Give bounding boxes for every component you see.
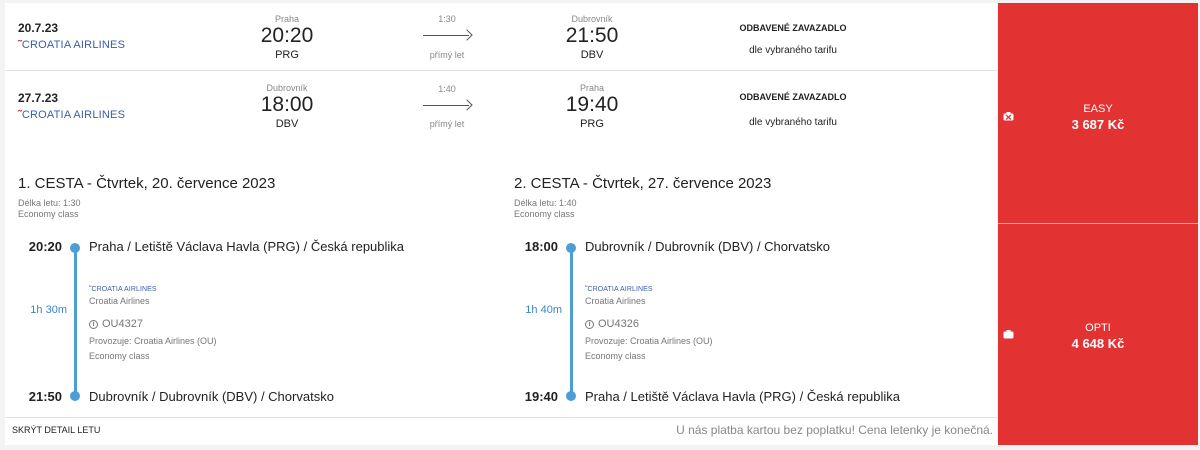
fare-name: OPTI	[1085, 322, 1111, 334]
hide-detail-link[interactable]: SKRÝT DETAIL LETU	[12, 425, 100, 435]
arrival-place: Dubrovník / Dubrovník (DBV) / Chorvatsko	[89, 389, 334, 404]
timeline-departure-time: 20:20	[28, 239, 62, 254]
baggage-value: dle vybraného tarifu	[749, 45, 837, 56]
fare-price: 3 687 Kč	[1071, 117, 1125, 132]
leg-date: 20.7.23	[18, 21, 59, 35]
arrival-city: Dubrovník	[571, 14, 613, 24]
timeline-dot	[566, 391, 576, 401]
departure-place: Praha / Letiště Václava Havla (PRG) / Če…	[89, 239, 405, 254]
journey-title: 1. CESTA - Čtvrtek, 20. července 2023	[18, 175, 276, 192]
fare-name: EASY	[1083, 103, 1113, 115]
segment-class: Economy class	[585, 351, 646, 361]
flight-duration: 1:40	[438, 84, 456, 94]
segment-duration: 1h 40m	[525, 304, 562, 316]
flight-result-card: 20.7.23 ˜CROATIA AIRLINES Praha 20:20 PR…	[5, 3, 997, 445]
airline-logo-small: ˜CROATIA AIRLINES	[89, 286, 157, 293]
flight-length: Délka letu: 1:40	[514, 198, 577, 208]
departure-time: 18:00	[260, 93, 314, 116]
departure-code: PRG	[275, 49, 299, 61]
cabin-class: Economy class	[18, 209, 79, 219]
airline-logo-small: ˜CROATIA AIRLINES	[585, 286, 653, 293]
timeline-departure-time: 18:00	[524, 239, 558, 254]
flight-length: Délka letu: 1:30	[18, 198, 81, 208]
timeline-arrival-time: 19:40	[524, 389, 558, 404]
leg-date: 27.7.23	[18, 91, 59, 105]
operated-by: Provozuje: Croatia Airlines (OU)	[89, 336, 217, 346]
airline-logo: ˜CROATIA AIRLINES	[18, 39, 126, 51]
baggage-title: ODBAVENÉ ZAVAZADLO	[739, 23, 847, 33]
arrival-code: DBV	[580, 49, 604, 61]
journey-title: 2. CESTA - Čtvrtek, 27. července 2023	[514, 175, 772, 192]
arrival-city: Praha	[579, 83, 605, 93]
fare-price: 4 648 Kč	[1071, 336, 1125, 351]
direct-flight-label: přímý let	[429, 50, 465, 60]
baggage-value: dle vybraného tarifu	[749, 117, 837, 128]
arrival-time: 19:40	[565, 93, 619, 116]
segment-class: Economy class	[89, 351, 150, 361]
timeline-line	[73, 247, 77, 393]
operated-by: Provozuje: Croatia Airlines (OU)	[585, 336, 713, 346]
arrival-time: 21:50	[565, 24, 619, 47]
timeline-arrival-time: 21:50	[28, 389, 62, 404]
flight-number: i OU4327	[89, 318, 143, 330]
direct-flight-label: přímý let	[429, 119, 465, 129]
timeline-dot	[70, 391, 80, 401]
baggage-title: ODBAVENÉ ZAVAZADLO	[739, 92, 847, 102]
row-divider	[5, 70, 997, 71]
footer-divider	[5, 417, 997, 418]
carrier-name: Croatia Airlines	[89, 296, 150, 306]
cabin-class: Economy class	[514, 209, 575, 219]
arrival-code: PRG	[580, 118, 604, 130]
timeline-line	[569, 247, 573, 393]
info-icon[interactable]: i	[89, 319, 98, 329]
flight-duration: 1:30	[438, 14, 456, 24]
departure-place: Dubrovník / Dubrovník (DBV) / Chorvatsko	[585, 239, 830, 254]
segment-duration: 1h 30m	[30, 304, 67, 316]
departure-code: DBV	[275, 118, 299, 130]
info-icon[interactable]: i	[585, 319, 594, 329]
departure-city: Praha	[274, 14, 300, 24]
flight-number: i OU4326	[585, 318, 639, 330]
arrival-place: Praha / Letiště Václava Havla (PRG) / Če…	[585, 389, 901, 404]
arrow-right-icon	[423, 29, 473, 41]
departure-time: 20:20	[260, 24, 314, 47]
payment-note: U nás platba kartou bez poplatku! Cena l…	[676, 423, 993, 437]
fare-opti-button[interactable]: OPTI 4 648 Kč	[998, 224, 1198, 445]
arrow-right-icon	[423, 99, 473, 111]
airline-logo: ˜CROATIA AIRLINES	[18, 109, 126, 121]
departure-city: Dubrovník	[266, 83, 308, 93]
fare-easy-button[interactable]: EASY 3 687 Kč	[998, 3, 1198, 223]
carrier-name: Croatia Airlines	[585, 296, 646, 306]
